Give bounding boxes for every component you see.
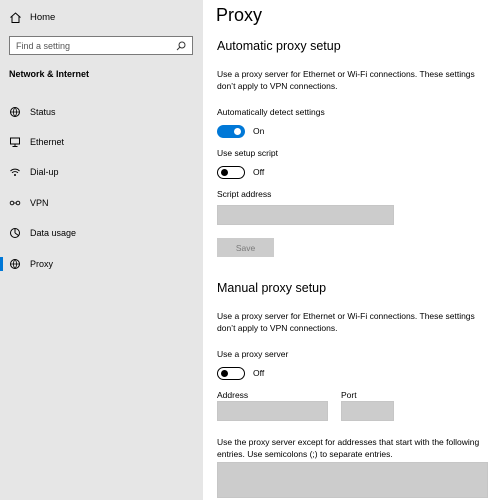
toggle-knob <box>221 369 228 377</box>
home-link[interactable]: Home <box>9 8 55 26</box>
detect-settings-toggle[interactable] <box>217 124 245 138</box>
page-title: Proxy <box>216 5 263 25</box>
toggle-knob <box>221 168 228 176</box>
script-address-label: Script address <box>217 189 272 199</box>
address-label: Address <box>217 390 249 400</box>
sidebar-item-label: Ethernet <box>30 137 65 147</box>
search-input[interactable] <box>16 40 176 51</box>
setup-script-label: Use setup script <box>217 148 278 158</box>
detect-settings-label: Automatically detect settings <box>217 107 325 117</box>
sidebar-item-proxy[interactable]: Proxy <box>0 252 203 276</box>
section-title: Network & Internet <box>9 69 90 79</box>
sidebar-item-data-usage[interactable]: Data usage <box>0 221 203 245</box>
main-content: Proxy Automatic proxy setup Use a proxy … <box>203 0 488 500</box>
use-proxy-row: Off <box>217 366 264 380</box>
address-input[interactable] <box>217 401 328 421</box>
globe-status-icon <box>9 106 21 118</box>
automatic-proxy-heading: Automatic proxy setup <box>217 39 341 53</box>
detect-settings-row: On <box>217 124 264 138</box>
globe-icon <box>9 258 21 270</box>
sidebar-item-label: Dial-up <box>30 167 59 177</box>
exceptions-description: Use the proxy server except for addresse… <box>217 437 480 459</box>
sidebar-item-label: Proxy <box>30 259 54 269</box>
detect-settings-state: On <box>253 126 265 136</box>
setup-script-toggle[interactable] <box>217 165 245 179</box>
use-proxy-state: Off <box>253 368 265 378</box>
sidebar-item-ethernet[interactable]: Ethernet <box>0 130 203 154</box>
sidebar-item-label: VPN <box>30 198 49 208</box>
save-button[interactable]: Save <box>217 238 274 257</box>
sidebar-item-dial-up[interactable]: Dial-up <box>0 160 203 184</box>
home-icon <box>9 11 22 24</box>
script-address-input[interactable] <box>217 205 394 225</box>
search-box[interactable] <box>9 36 193 55</box>
port-input[interactable] <box>341 401 394 421</box>
port-label: Port <box>341 390 357 400</box>
vpn-icon <box>9 197 21 209</box>
sidebar-item-status[interactable]: Status <box>0 100 203 124</box>
sidebar: Home Network & Internet Status Ethernet … <box>0 0 203 500</box>
sidebar-item-label: Status <box>30 107 56 117</box>
exceptions-input[interactable] <box>217 462 488 498</box>
manual-proxy-heading: Manual proxy setup <box>217 281 327 295</box>
search-icon[interactable] <box>176 41 186 51</box>
manual-proxy-description: Use a proxy server for Ethernet or Wi-Fi… <box>217 311 475 333</box>
setup-script-state: Off <box>253 167 265 177</box>
toggle-knob <box>234 127 241 135</box>
home-label: Home <box>30 11 56 23</box>
automatic-proxy-description: Use a proxy server for Ethernet or Wi-Fi… <box>217 69 475 91</box>
setup-script-row: Off <box>217 165 264 179</box>
dial-up-icon <box>9 166 21 178</box>
sidebar-item-label: Data usage <box>30 228 77 238</box>
ethernet-icon <box>9 136 21 148</box>
use-proxy-label: Use a proxy server <box>217 349 289 359</box>
sidebar-item-vpn[interactable]: VPN <box>0 191 203 215</box>
data-usage-icon <box>9 227 21 239</box>
use-proxy-toggle[interactable] <box>217 366 245 380</box>
